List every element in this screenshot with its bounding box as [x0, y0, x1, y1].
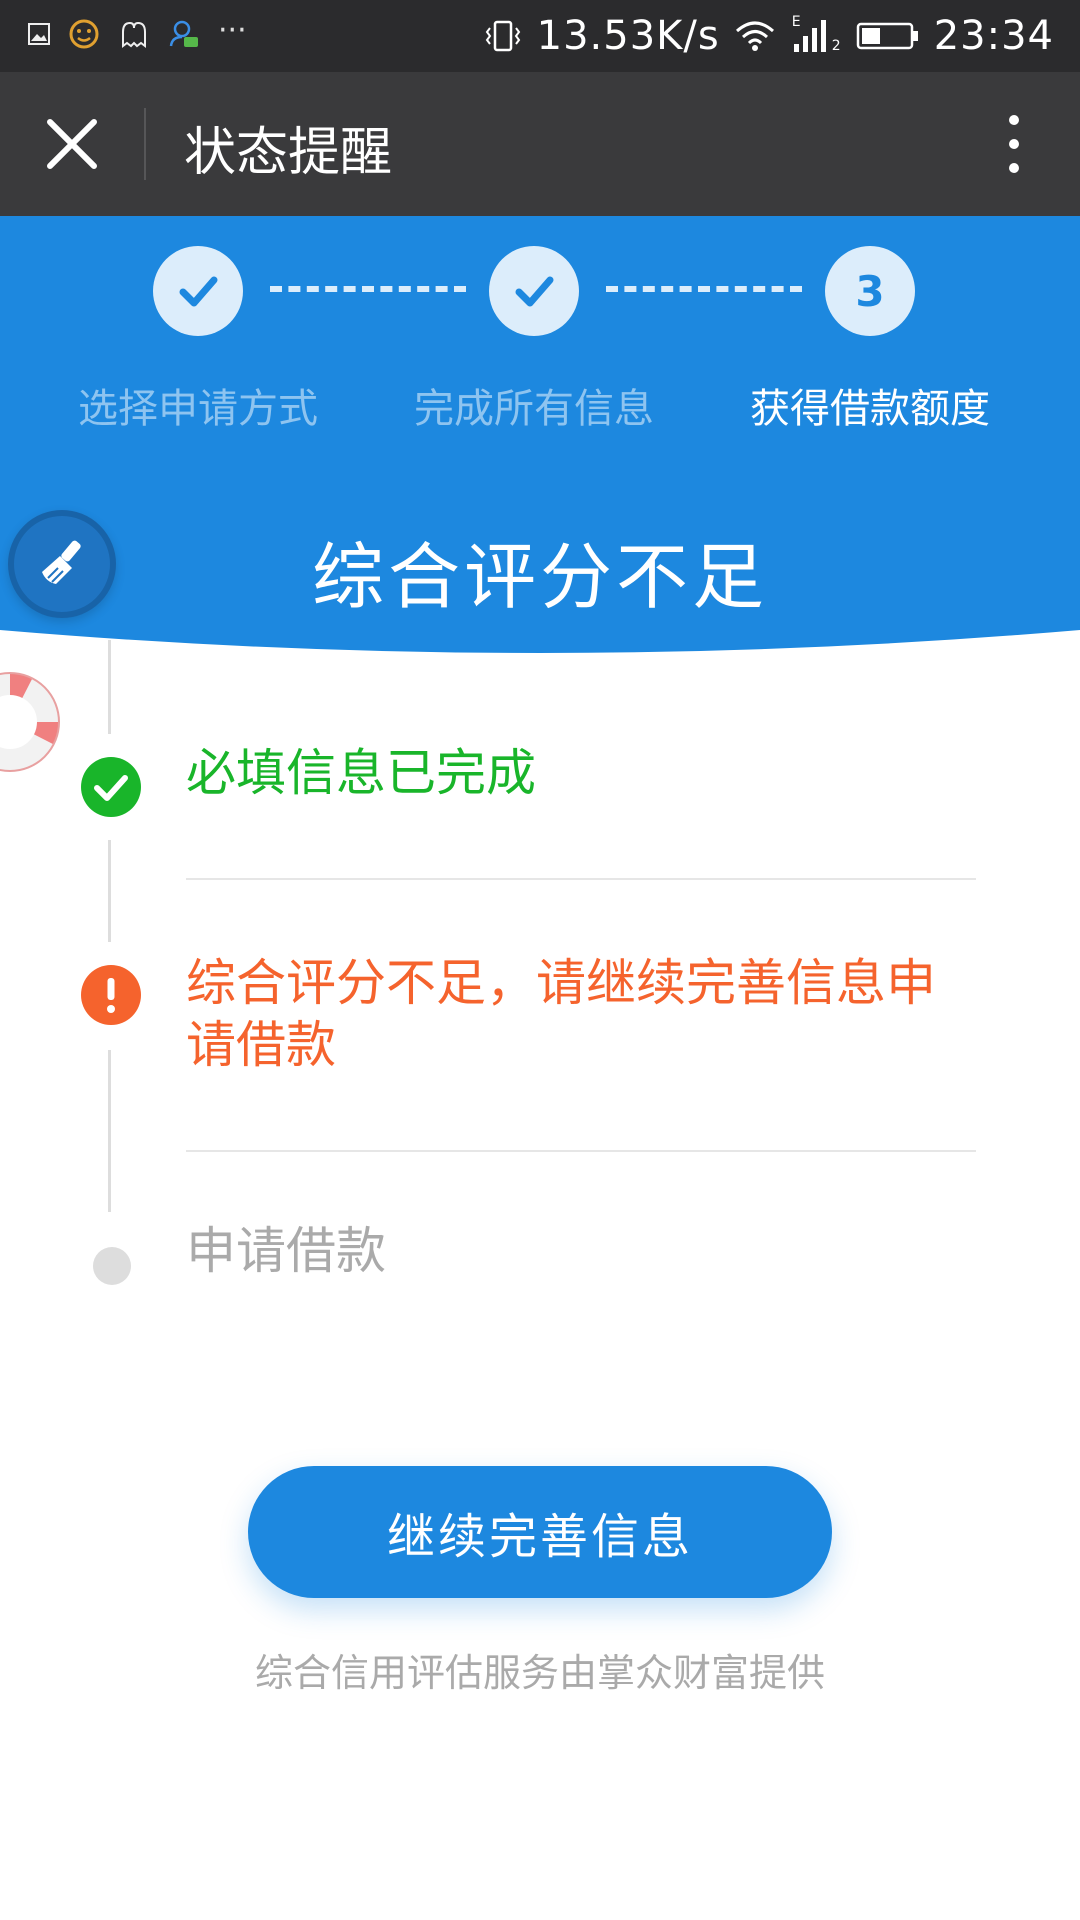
image-notification-icon: [28, 23, 50, 45]
check-circle-icon: [81, 757, 141, 817]
hero-curve: [0, 630, 1080, 666]
timeline-separator: [186, 1150, 976, 1152]
step-3-indicator: 3: [825, 246, 915, 336]
more-options-button[interactable]: [982, 108, 1046, 180]
continue-improve-info-button[interactable]: 继续完善信息: [248, 1466, 832, 1598]
check-icon: [179, 276, 218, 307]
sim-slot-label: 2: [831, 38, 841, 54]
progress-header: 3 选择申请方式 完成所有信息 获得借款额度 综合评分不足: [0, 216, 1080, 666]
timeline-connector: [108, 1050, 111, 1212]
timeline-connector: [108, 840, 111, 942]
timeline-connector: [108, 640, 111, 734]
step-3-number: 3: [855, 266, 885, 316]
step-2-label: 完成所有信息: [414, 386, 654, 432]
dot-icon: [93, 1247, 131, 1285]
more-notifications-indicator: ···: [218, 12, 247, 48]
more-vertical-icon: [1009, 115, 1019, 173]
footer-provider-note: 综合信用评估服务由掌众财富提供: [254, 1651, 825, 1695]
step-3-label: 获得借款额度: [750, 386, 990, 432]
status-bar-system: 13.53K/s E 2 23:34: [483, 10, 1054, 62]
check-icon: [515, 276, 554, 307]
battery-icon: [856, 22, 918, 50]
step-1-indicator: [153, 246, 243, 336]
clock: 23:34: [933, 13, 1054, 59]
app-bar: 状态提醒: [0, 72, 1080, 216]
step-connector-1: [270, 286, 466, 292]
status-bar-notifications: ···: [28, 13, 247, 50]
lifebuoy-icon[interactable]: [0, 670, 62, 774]
step-2-indicator: [489, 246, 579, 336]
broom-icon: [42, 540, 81, 584]
vibrate-icon: [485, 20, 520, 52]
exclamation-circle-icon: [81, 965, 141, 1025]
close-icon: [47, 119, 97, 169]
step-connector-2: [606, 286, 802, 292]
timeline-item-success: 必填信息已完成: [186, 744, 536, 802]
timeline-item-warning: 综合评分不足，请继续完善信息申请借款: [186, 954, 936, 1074]
step-1-label: 选择申请方式: [78, 386, 318, 432]
chat-notification-icon: [169, 20, 198, 47]
close-button[interactable]: [40, 112, 104, 176]
timeline-item-pending: 申请借款: [186, 1222, 386, 1280]
timeline-separator: [186, 878, 976, 880]
result-title: 综合评分不足: [311, 535, 768, 619]
wifi-icon: [735, 21, 774, 51]
network-speed: 13.53K/s: [536, 13, 720, 59]
status-bar: ··· 13.53K/s E 2 23:34: [0, 0, 1080, 72]
page-title: 状态提醒: [184, 123, 393, 183]
emoji-notification-icon: [69, 19, 99, 49]
ghost-notification-icon: [122, 21, 146, 48]
app-bar-divider: [144, 108, 146, 180]
cellular-signal: E 2: [790, 14, 842, 56]
clean-float-button[interactable]: [8, 510, 116, 618]
